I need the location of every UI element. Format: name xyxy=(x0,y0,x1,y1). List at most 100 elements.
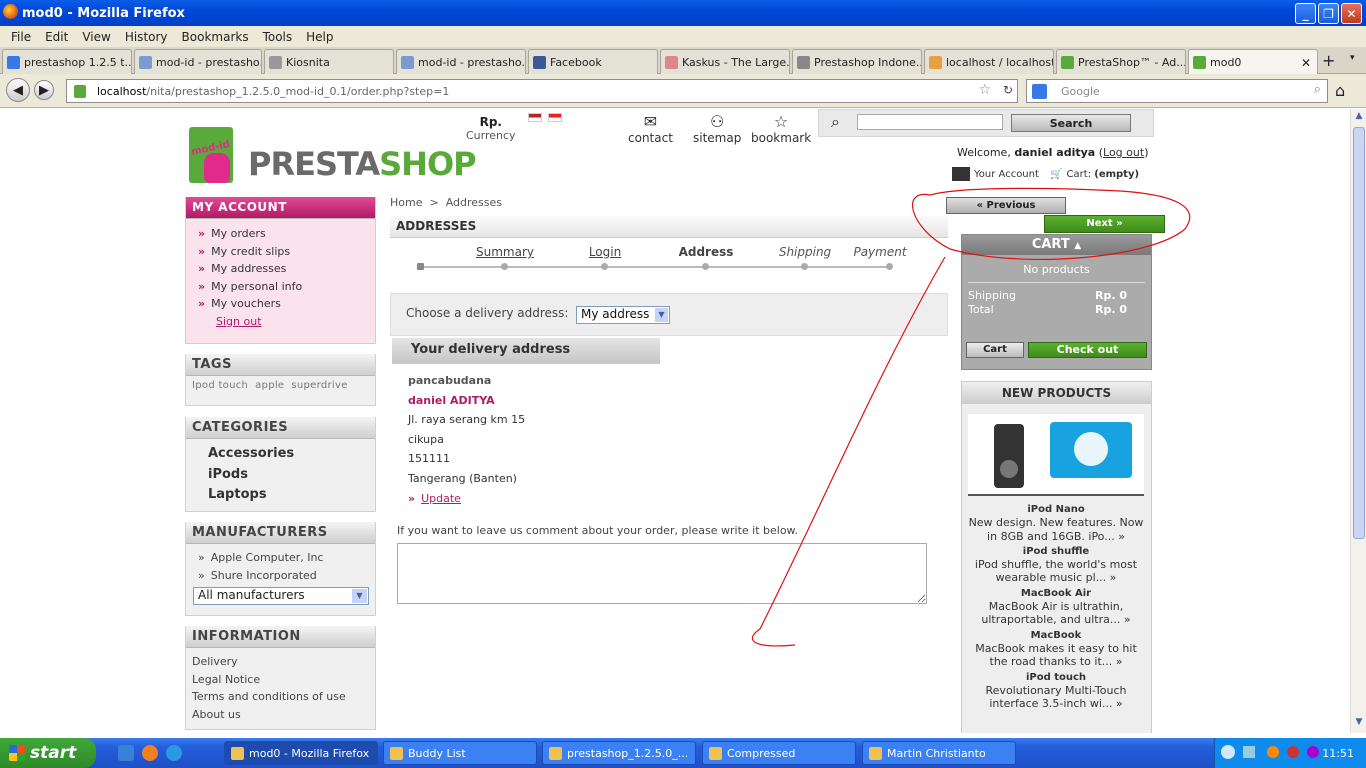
tab-4[interactable]: mod-id - prestasho... xyxy=(396,49,526,74)
tab-10-active[interactable]: mod0 ✕ xyxy=(1188,49,1318,75)
show-desktop-icon[interactable] xyxy=(118,745,134,761)
menu-help[interactable]: Help xyxy=(299,30,340,44)
tab-2[interactable]: mod-id - prestasho... xyxy=(134,49,262,74)
search-button[interactable]: Search xyxy=(1011,114,1131,132)
flag-en-icon[interactable] xyxy=(528,113,542,122)
close-tab-icon[interactable]: ✕ xyxy=(1301,56,1311,70)
my-personal-info-link[interactable]: My personal info xyxy=(198,278,363,296)
category-laptops[interactable]: Laptops xyxy=(208,485,353,506)
tray-app-icon[interactable] xyxy=(1267,746,1279,758)
menu-tools[interactable]: Tools xyxy=(256,30,300,44)
sitemap-link[interactable]: ⚇ sitemap xyxy=(693,113,741,146)
page-scrollbar[interactable]: ▲ ▼ xyxy=(1350,109,1366,733)
manufacturers-select[interactable]: All manufacturers ▼ xyxy=(193,587,369,605)
reload-icon[interactable]: ↻ xyxy=(1003,83,1013,97)
checkout-button[interactable]: Check out xyxy=(1028,342,1147,358)
manufacturer-link[interactable]: Apple Computer, Inc xyxy=(198,549,363,567)
delivery-link[interactable]: Delivery xyxy=(192,653,363,671)
category-accessories[interactable]: Accessories xyxy=(208,444,353,465)
product-name[interactable]: iPod touch xyxy=(968,671,1144,684)
tab-6[interactable]: Kaskus - The Large... xyxy=(660,49,790,74)
your-account-link[interactable]: Your Account xyxy=(974,169,1039,180)
ipod-nano-image[interactable] xyxy=(994,424,1024,488)
ipod-shuffle-image[interactable] xyxy=(1050,422,1132,478)
delivery-address-select[interactable]: My address ▼ xyxy=(576,306,670,324)
scroll-down-icon[interactable]: ▼ xyxy=(1353,717,1365,731)
product-name[interactable]: MacBook xyxy=(968,629,1144,642)
tab-list-icon[interactable]: ▾ xyxy=(1350,53,1355,63)
scroll-up-icon[interactable]: ▲ xyxy=(1353,111,1365,125)
my-orders-link[interactable]: My orders xyxy=(198,225,363,243)
minimize-button[interactable]: _ xyxy=(1295,3,1316,24)
task-firefox[interactable]: mod0 - Mozilla Firefox xyxy=(224,741,378,765)
restore-button[interactable]: ❐ xyxy=(1318,3,1339,24)
prestashop-logo[interactable]: mod-id PRESTASHOP xyxy=(186,121,477,193)
my-vouchers-link[interactable]: My vouchers xyxy=(198,295,363,313)
url-bar[interactable]: localhost/nita/prestashop_1.2.5.0_mod-id… xyxy=(66,79,1018,103)
search-bar[interactable]: Google ⌕ xyxy=(1026,79,1328,103)
tab-9[interactable]: PrestaShop™ - Ad... xyxy=(1056,49,1186,74)
menu-history[interactable]: History xyxy=(118,30,175,44)
flag-id-icon[interactable] xyxy=(548,113,562,122)
task-martin-christianto[interactable]: Martin Christianto xyxy=(862,741,1016,765)
home-icon[interactable]: ⌂ xyxy=(1335,81,1345,100)
legal-notice-link[interactable]: Legal Notice xyxy=(192,671,363,689)
menu-view[interactable]: View xyxy=(75,30,117,44)
step-summary[interactable]: Summary xyxy=(476,245,534,259)
my-addresses-link[interactable]: My addresses xyxy=(198,260,363,278)
search-input[interactable] xyxy=(857,114,1003,130)
previous-button[interactable]: « Previous xyxy=(946,197,1066,214)
product-name[interactable]: iPod shuffle xyxy=(968,545,1144,558)
menu-bookmarks[interactable]: Bookmarks xyxy=(175,30,256,44)
tab-7[interactable]: Prestashop Indone... xyxy=(792,49,922,74)
task-prestashop-folder[interactable]: prestashop_1.2.5.0_... xyxy=(542,741,696,765)
bluetooth-icon[interactable] xyxy=(1307,746,1319,758)
task-buddy-list[interactable]: Buddy List xyxy=(383,741,537,765)
tab-1[interactable]: prestashop 1.2.5 t... xyxy=(2,49,132,74)
about-us-link[interactable]: About us xyxy=(192,706,363,724)
menu-file[interactable]: File xyxy=(4,30,38,44)
scrollbar-thumb[interactable] xyxy=(1353,127,1365,539)
collapse-arrow-icon[interactable]: ▲ xyxy=(1074,241,1081,251)
breadcrumb-home[interactable]: Home xyxy=(390,196,422,209)
product-name[interactable]: MacBook Air xyxy=(968,587,1144,600)
currency-selector[interactable]: Rp. Currency xyxy=(466,115,516,142)
new-tab-icon[interactable]: + xyxy=(1322,51,1335,70)
next-button[interactable]: Next » xyxy=(1044,215,1165,233)
contact-link[interactable]: ✉ contact xyxy=(628,113,673,146)
menu-edit[interactable]: Edit xyxy=(38,30,75,44)
bookmark-link[interactable]: ☆ bookmark xyxy=(751,113,811,146)
network-icon[interactable] xyxy=(1243,746,1255,758)
cart-button[interactable]: Cart xyxy=(966,342,1024,358)
my-credit-slips-link[interactable]: My credit slips xyxy=(198,243,363,261)
start-button[interactable]: start xyxy=(0,738,96,768)
tray-expand-icon[interactable] xyxy=(1221,745,1235,759)
tab-3[interactable]: Kiosnita xyxy=(264,49,394,74)
sign-out-link[interactable]: Sign out xyxy=(198,313,363,331)
tab-5[interactable]: Facebook xyxy=(528,49,658,74)
category-ipods[interactable]: iPods xyxy=(208,465,353,486)
terms-link[interactable]: Terms and conditions of use xyxy=(192,688,363,706)
step-login[interactable]: Login xyxy=(589,245,621,259)
magnifier-icon[interactable]: ⌕ xyxy=(1314,82,1321,97)
close-window-button[interactable]: ✕ xyxy=(1341,3,1362,24)
tab-8[interactable]: localhost / localhost... xyxy=(924,49,1054,74)
product-name[interactable]: iPod Nano xyxy=(968,503,1144,516)
tray-app-icon[interactable] xyxy=(1287,746,1299,758)
update-address-link[interactable]: Update xyxy=(408,489,525,509)
task-compressed-folder[interactable]: Compressed xyxy=(702,741,856,765)
google-engine-icon[interactable] xyxy=(1032,84,1047,99)
ie-quicklaunch-icon[interactable] xyxy=(166,745,182,761)
back-icon[interactable]: ◀ xyxy=(6,78,30,102)
tag-link[interactable]: Ipod touch xyxy=(192,380,248,391)
cart-label[interactable]: Cart: xyxy=(1067,169,1092,180)
bookmark-star-icon[interactable]: ☆ xyxy=(978,82,991,98)
cart-shipping-row: Shipping Rp. 0 xyxy=(968,289,1127,302)
logout-link[interactable]: Log out xyxy=(1103,146,1144,159)
manufacturer-link[interactable]: Shure Incorporated xyxy=(198,567,363,585)
firefox-quicklaunch-icon[interactable] xyxy=(142,745,158,761)
tag-link[interactable]: apple xyxy=(255,380,284,391)
order-comment-textarea[interactable] xyxy=(397,543,927,604)
tag-link[interactable]: superdrive xyxy=(291,380,347,391)
forward-icon[interactable]: ▶ xyxy=(34,80,54,100)
